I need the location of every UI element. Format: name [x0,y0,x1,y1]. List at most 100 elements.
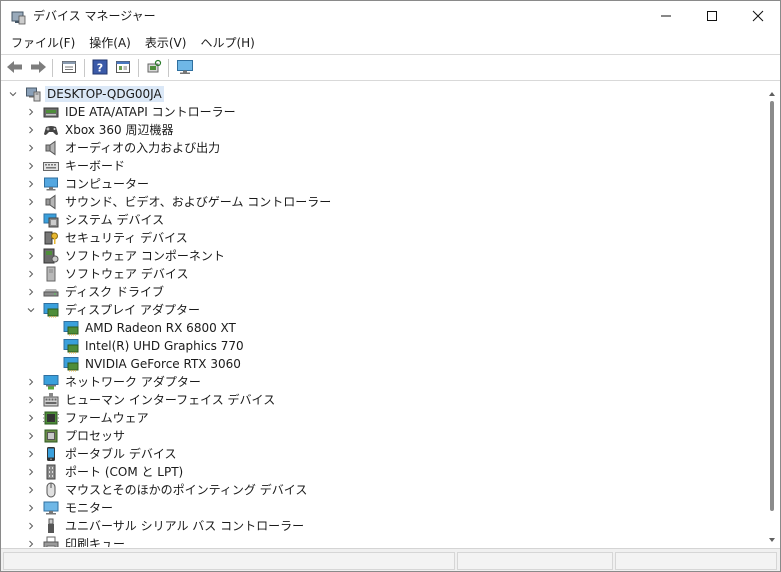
scrollbar-thumb[interactable] [770,101,774,511]
tree-category-13[interactable]: ネットワーク アダプター [25,373,203,391]
tree-category-15[interactable]: ファームウェア [25,409,151,427]
monitor-button[interactable] [175,58,195,78]
software-component-icon [43,248,59,264]
tree-category-22[interactable]: 印刷キュー [25,535,127,547]
tree-category-10[interactable]: ソフトウェア デバイス [25,265,190,283]
tree-node-label: モニター [65,501,114,515]
chevron-right-icon[interactable] [25,103,36,121]
menu-action[interactable]: 操作(A) [82,34,138,52]
vertical-scrollbar[interactable] [764,81,780,547]
tree-device-nvidia-geforce-rtx-3060[interactable]: NVIDIA GeForce RTX 3060 [45,355,243,373]
scroll-up-icon[interactable] [768,87,776,96]
device-manager-window: デバイス マネージャー ファイル(F) 操作(A) 表示(V) ヘルプ(H) ?… [0,0,781,572]
computer-icon [43,176,59,192]
tree-category-19[interactable]: マウスとそのほかのポインティング デバイス [25,481,309,499]
chevron-right-icon[interactable] [25,157,36,175]
display-adapter-icon [63,320,79,336]
chevron-right-icon[interactable] [25,445,36,463]
tree-category-7[interactable]: システム デバイス [25,211,166,229]
tree-node-label: ポート (COM と LPT) [65,465,184,479]
tree-node-label: Intel(R) UHD Graphics 770 [85,339,244,353]
device-manager-app-icon [10,9,26,25]
chevron-right-icon[interactable] [25,427,36,445]
tree-node-label: オーディオの入力および出力 [65,141,221,155]
tree-node-label: DESKTOP-QDG00JA [45,86,164,102]
status-pane-tertiary [615,552,777,570]
chevron-right-icon[interactable] [25,517,36,535]
tree-category-5[interactable]: コンピューター [25,175,151,193]
chevron-right-icon[interactable] [25,463,36,481]
tree-category-20[interactable]: モニター [25,499,115,517]
tree-category-3[interactable]: オーディオの入力および出力 [25,139,222,157]
window-title: デバイス マネージャー [33,9,156,23]
tree-category-2[interactable]: Xbox 360 周辺機器 [25,121,175,139]
minimize-button[interactable] [643,1,689,31]
help-button[interactable]: ? [90,58,110,78]
tree-category-16[interactable]: プロセッサ [25,427,127,445]
svg-text:?: ? [97,61,103,74]
chevron-right-icon[interactable] [25,211,36,229]
tree-node-label: ファームウェア [65,411,149,425]
status-bar [1,548,780,571]
chevron-right-icon[interactable] [25,175,36,193]
tree-node-label: IDE ATA/ATAPI コントローラー [65,105,236,119]
gamepad-icon [43,122,59,138]
mouse-icon [43,482,59,498]
forward-arrow-icon [29,59,47,78]
chevron-down-icon[interactable] [7,85,18,103]
port-icon [43,464,59,480]
view-button[interactable] [113,58,133,78]
tree-category-9[interactable]: ソフトウェア コンポーネント [25,247,227,265]
tree-category-14[interactable]: ヒューマン インターフェイス デバイス [25,391,277,409]
chevron-right-icon[interactable] [25,535,36,547]
speaker-icon [43,194,59,210]
tree-node-label: AMD Radeon RX 6800 XT [85,321,236,335]
chevron-right-icon[interactable] [25,247,36,265]
ide-controller-icon [43,104,59,120]
tree-node-label: ソフトウェア コンポーネント [65,249,225,263]
properties-button[interactable] [59,58,79,78]
tree-device-amd-radeon-rx-6800-xt[interactable]: AMD Radeon RX 6800 XT [45,319,238,337]
tree-node-label: システム デバイス [65,213,165,227]
device-tree[interactable]: DESKTOP-QDG00JA IDE ATA/ATAPI コントローラー Xbox… [3,81,764,547]
chevron-right-icon[interactable] [25,373,36,391]
forward-button[interactable] [28,58,48,78]
chevron-right-icon[interactable] [25,481,36,499]
chevron-right-icon[interactable] [25,121,36,139]
scroll-down-icon[interactable] [768,533,776,542]
tree-node-label: コンピューター [65,177,150,191]
menu-help[interactable]: ヘルプ(H) [193,34,261,52]
tree-category-8[interactable]: セキュリティ デバイス [25,229,190,247]
tree-category-1[interactable]: IDE ATA/ATAPI コントローラー [25,103,238,121]
tree-category-11[interactable]: ディスク ドライブ [25,283,166,301]
toolbar-separator [168,59,169,77]
chevron-right-icon[interactable] [25,391,36,409]
chevron-right-icon[interactable] [25,265,36,283]
chevron-right-icon[interactable] [25,283,36,301]
tree-category-17[interactable]: ポータブル デバイス [25,445,178,463]
menu-view[interactable]: 表示(V) [138,34,194,52]
tree-root-computer[interactable]: DESKTOP-QDG00JA [7,85,164,103]
chevron-down-icon[interactable] [25,301,36,319]
tree-node-label: ディスプレイ アダプター [65,303,200,317]
maximize-button[interactable] [689,1,735,31]
tree-device-intel-r-uhd-graphics-770[interactable]: Intel(R) UHD Graphics 770 [45,337,246,355]
title-bar[interactable]: デバイス マネージャー [1,1,780,32]
chevron-right-icon[interactable] [25,139,36,157]
close-button[interactable] [735,1,780,31]
tree-category-12[interactable]: ディスプレイ アダプター [25,301,202,319]
tree-category-4[interactable]: キーボード [25,157,127,175]
tree-category-18[interactable]: ポート (COM と LPT) [25,463,185,481]
chevron-right-icon[interactable] [25,499,36,517]
display-adapter-icon [63,356,79,372]
chevron-right-icon[interactable] [25,229,36,247]
tree-category-6[interactable]: サウンド、ビデオ、およびゲーム コントローラー [25,193,333,211]
menu-file[interactable]: ファイル(F) [4,34,82,52]
back-button[interactable] [5,58,25,78]
chevron-right-icon[interactable] [25,193,36,211]
scan-hardware-button[interactable] [144,58,164,78]
tree-category-21[interactable]: ユニバーサル シリアル バス コントローラー [25,517,306,535]
toolbar-separator [52,59,53,77]
chevron-right-icon[interactable] [25,409,36,427]
